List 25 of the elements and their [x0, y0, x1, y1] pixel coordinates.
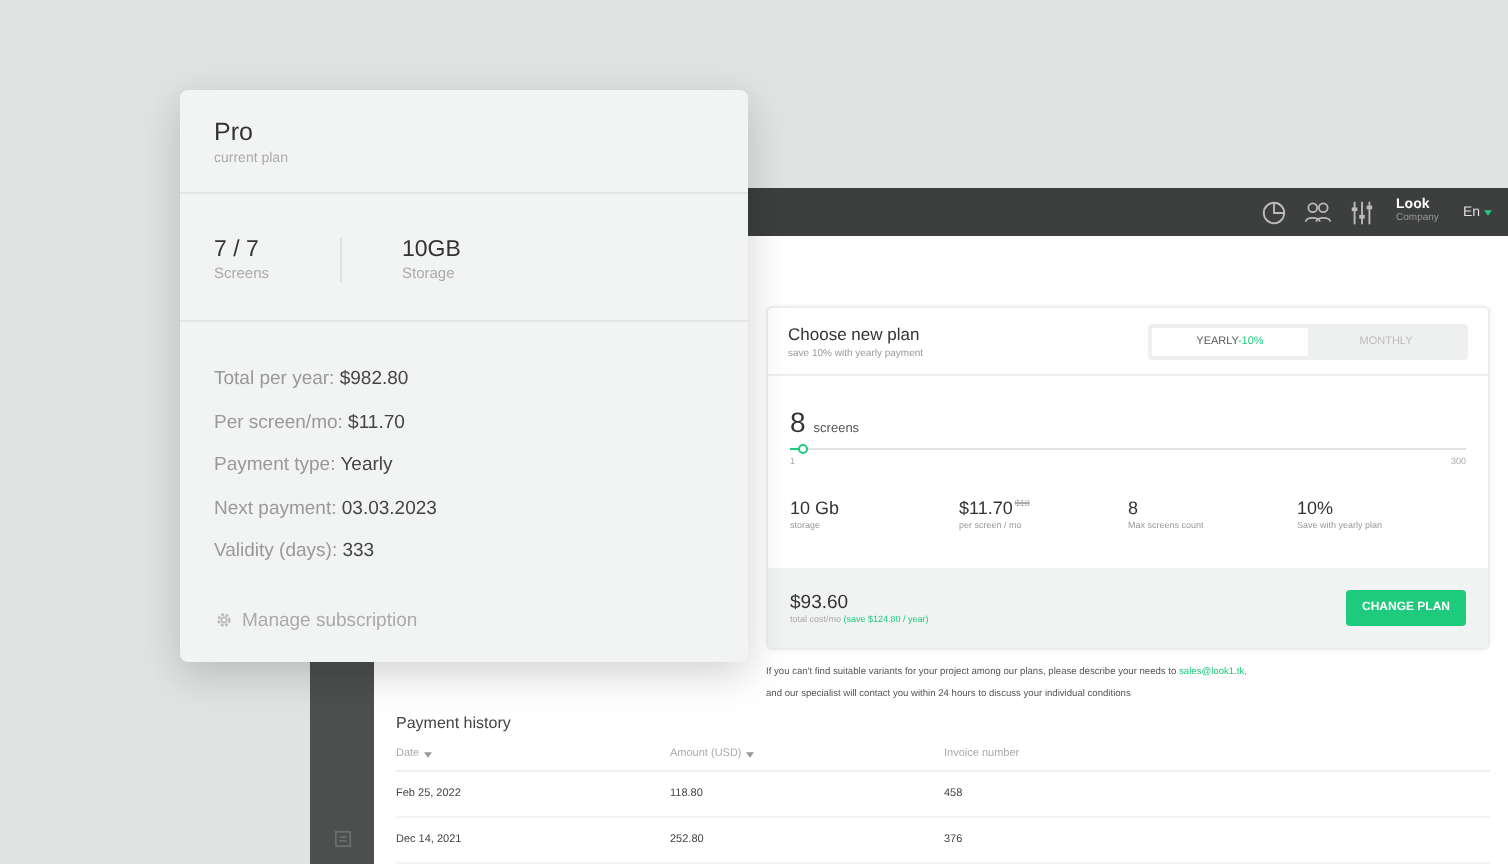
detail-line: Per screen/mo: $11.70	[214, 409, 407, 437]
slider-thumb[interactable]	[797, 443, 808, 453]
detail-line: Total per year: $982.80	[214, 366, 411, 394]
plan-name: Pro	[214, 118, 255, 146]
caret-icon	[1484, 209, 1492, 215]
stat-value: 7 / 7	[214, 238, 261, 262]
users-icon[interactable]	[1304, 199, 1333, 225]
stat-value: 10 Gb	[790, 498, 842, 518]
detail-line: Validity (days): 333	[214, 538, 377, 566]
detail-line: Next payment: 03.03.2023	[214, 495, 439, 523]
stat-value: 10GB	[402, 238, 463, 262]
sort-icon[interactable]	[745, 751, 754, 757]
stat-value: 10%	[1297, 498, 1336, 518]
document-icon[interactable]	[333, 830, 351, 848]
total-price: $93.60	[790, 592, 851, 614]
screens-count: 8	[790, 406, 806, 438]
stat-value: 8	[1128, 498, 1141, 518]
sort-icon[interactable]	[423, 751, 432, 757]
plan-title: Choose new plan	[788, 323, 922, 343]
manage-subscription-link[interactable]: Manage subscription	[242, 609, 418, 631]
section-title: Payment history	[396, 714, 513, 732]
sliders-icon[interactable]	[1348, 199, 1377, 225]
detail-line: Payment type: Yearly	[214, 452, 395, 480]
pie-chart-icon[interactable]	[1260, 199, 1289, 225]
settings-icon[interactable]	[214, 610, 234, 630]
